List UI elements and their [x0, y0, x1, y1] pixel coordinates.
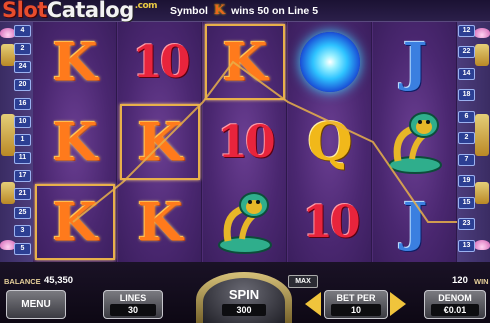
win-frame-reel2 [120, 104, 200, 180]
payline-number-badge[interactable]: 21 [14, 188, 31, 201]
payline-number-badge[interactable]: 16 [14, 97, 31, 110]
balance-label: BALANCE [4, 277, 41, 286]
brand-part-1: Slot [2, 0, 47, 22]
payline-number-badge[interactable]: 18 [458, 89, 475, 102]
spin-total-bet: 300 [222, 304, 266, 316]
payline-number-badge[interactable]: 6 [458, 110, 475, 123]
reel-grid: KKK 10 K K K 10 Q 10 JJ [33, 22, 457, 262]
left-payline-panel: 4 2 24 20 16 10 1 11 17 21 25 3 5 [0, 22, 33, 262]
total-bet-value: 120 [452, 275, 468, 286]
lotus-flower-icon [474, 28, 490, 38]
brand-logo: SlotCatalog.com [2, 0, 158, 22]
payline-number-badge[interactable]: 24 [14, 61, 31, 74]
win-symbol-icon: K [213, 3, 226, 18]
payline-number-badge[interactable]: 7 [458, 153, 475, 166]
balance-value: 45,350 [44, 275, 74, 286]
denom-value: €0.01 [431, 304, 479, 316]
payline-number-badge[interactable]: 23 [458, 218, 475, 231]
temple-pillar-icon [1, 182, 15, 204]
win-label: WIN [474, 277, 489, 286]
top-bar: SlotCatalog.com Symbol K wins 50 on Line… [0, 0, 490, 22]
payline-number-badge[interactable]: 5 [14, 242, 31, 255]
brand-part-2: Catalog [46, 0, 134, 22]
payline-number-badge[interactable]: 14 [458, 67, 475, 80]
menu-label: MENU [21, 299, 51, 310]
payline-number-badge[interactable]: 3 [14, 224, 31, 237]
denom-label: DENOM [438, 293, 472, 303]
payline-number-badge[interactable]: 2 [458, 132, 475, 145]
bet-per-value: 10 [331, 304, 381, 316]
payline-number-badge[interactable]: 22 [458, 46, 475, 59]
payline-number-badge[interactable]: 17 [14, 170, 31, 183]
payline-number-badge[interactable]: 4 [14, 25, 31, 37]
bet-per-label: BET PER [336, 293, 376, 303]
right-payline-panel: 12 22 14 18 6 2 7 19 15 23 13 [457, 22, 490, 262]
payline-number-badge[interactable]: 13 [458, 239, 475, 252]
brand-part-3: .com [134, 1, 158, 11]
temple-pillar-icon [1, 44, 15, 66]
temple-pillar-icon [1, 114, 15, 156]
lotus-flower-icon [474, 240, 490, 250]
win-frame-reel3 [205, 24, 285, 100]
temple-pillar-icon [475, 44, 489, 66]
payline-number-badge[interactable]: 10 [14, 115, 31, 128]
payline-number-badge[interactable]: 25 [14, 206, 31, 219]
temple-pillar-icon [475, 114, 489, 156]
payline-number-badge[interactable]: 12 [458, 25, 475, 37]
payline-number-badge[interactable]: 15 [458, 196, 475, 209]
lines-label: LINES [119, 293, 147, 303]
payline-number-badge[interactable]: 11 [14, 152, 31, 165]
spin-label: SPIN [228, 287, 260, 302]
bet-per-button[interactable]: BET PER 10 [324, 290, 388, 319]
payline-number-badge[interactable]: 20 [14, 79, 31, 92]
spin-button[interactable]: SPIN 300 [203, 278, 285, 323]
bet-decrease-arrow-icon[interactable] [305, 292, 321, 316]
temple-pillar-icon [475, 182, 489, 204]
lines-value: 30 [109, 304, 157, 316]
lines-button[interactable]: LINES 30 [103, 290, 163, 319]
win-message-prefix: Symbol [170, 5, 208, 17]
bet-increase-arrow-icon[interactable] [390, 292, 406, 316]
max-bet-button[interactable]: MAX [288, 275, 318, 288]
denom-button[interactable]: DENOM €0.01 [424, 290, 486, 319]
win-frame-reel1 [35, 184, 115, 260]
win-message-suffix: wins 50 on Line 5 [231, 5, 319, 17]
win-message: Symbol K wins 50 on Line 5 [170, 3, 319, 18]
payline-number-badge[interactable]: 2 [14, 43, 31, 56]
menu-button[interactable]: MENU [6, 290, 66, 319]
payline-number-badge[interactable]: 19 [458, 175, 475, 188]
payline-number-badge[interactable]: 1 [14, 133, 31, 146]
